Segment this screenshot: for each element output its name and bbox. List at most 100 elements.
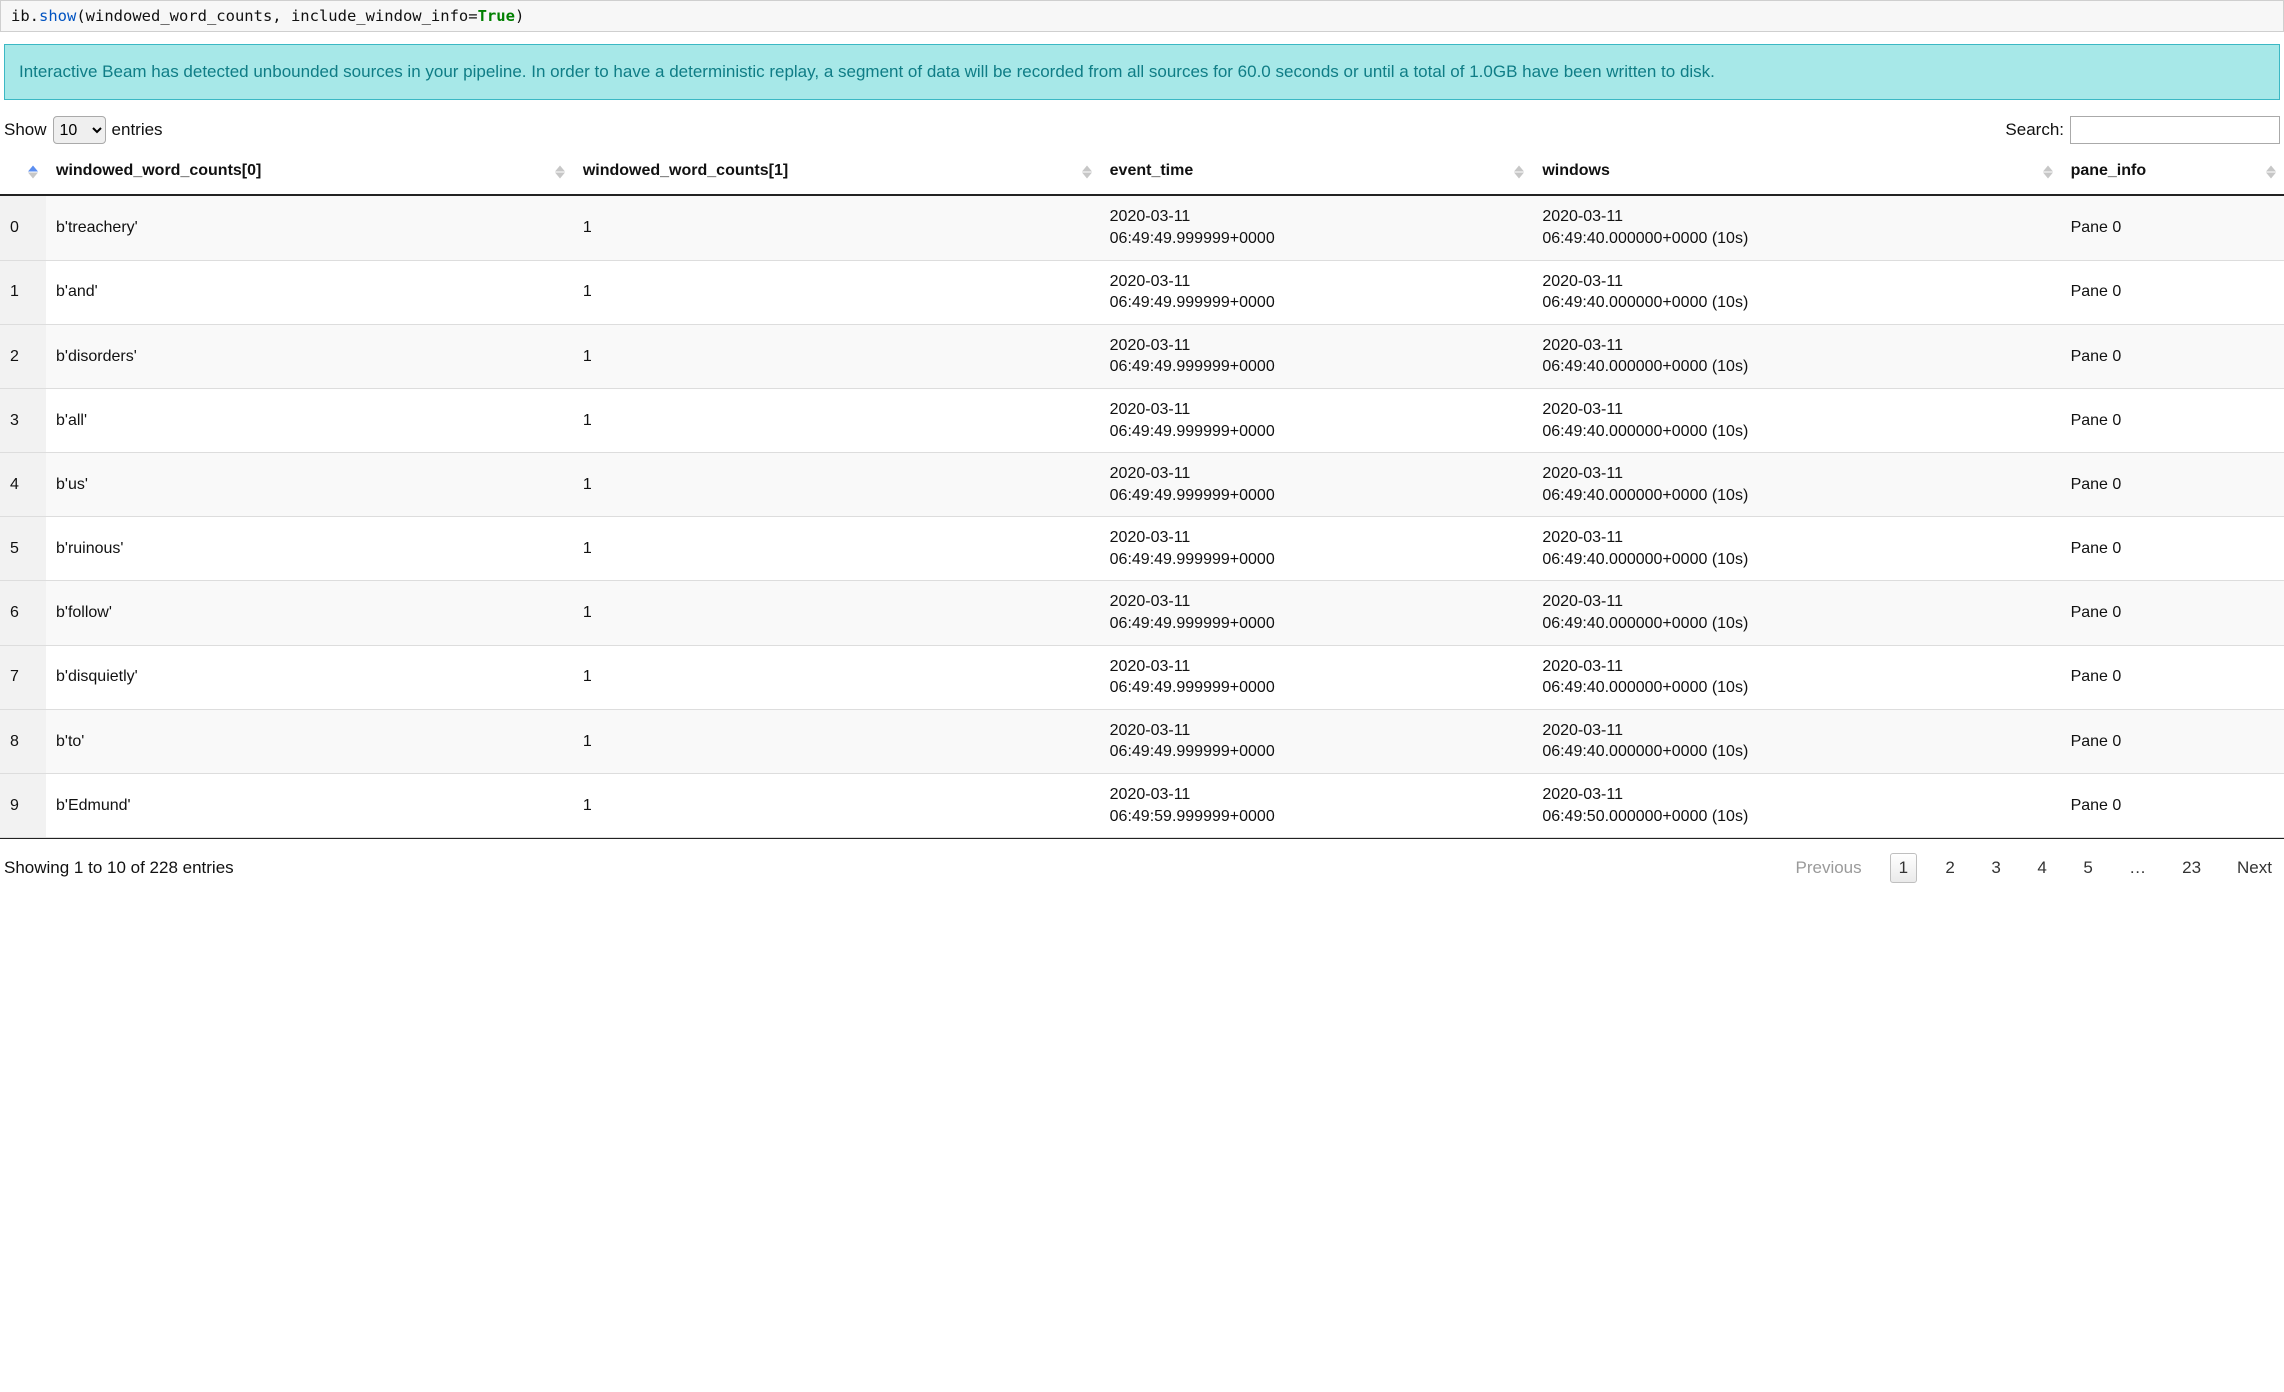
cell-word: b'and' xyxy=(46,260,573,324)
entries-control: Show 102550100 entries xyxy=(4,116,163,144)
search-input[interactable] xyxy=(2070,116,2280,144)
pager-next[interactable]: Next xyxy=(2229,854,2280,882)
cell-index: 2 xyxy=(0,324,46,388)
sort-icon xyxy=(2266,166,2276,179)
cell-windows: 2020-03-11 06:49:40.000000+0000 (10s) xyxy=(1532,388,2060,452)
cell-count: 1 xyxy=(573,260,1100,324)
table-row: 2b'disorders'12020-03-11 06:49:49.999999… xyxy=(0,324,2284,388)
pager-page[interactable]: 3 xyxy=(1983,854,2009,882)
cell-count: 1 xyxy=(573,195,1100,260)
col-label: windows xyxy=(1542,162,1610,179)
col-label: pane_info xyxy=(2071,162,2147,179)
cell-pane-info: Pane 0 xyxy=(2061,388,2284,452)
sort-icon xyxy=(1082,166,1092,179)
pager-previous[interactable]: Previous xyxy=(1788,854,1870,882)
sort-icon xyxy=(28,166,38,179)
table-row: 6b'follow'12020-03-11 06:49:49.999999+00… xyxy=(0,581,2284,645)
code-prefix: ib. xyxy=(11,7,39,25)
code-args-close: ) xyxy=(515,7,524,25)
cell-index: 4 xyxy=(0,453,46,517)
pager-page[interactable]: 5 xyxy=(2075,854,2101,882)
sort-icon xyxy=(555,166,565,179)
data-table: windowed_word_counts[0] windowed_word_cou… xyxy=(0,150,2284,838)
cell-index: 3 xyxy=(0,388,46,452)
show-label-post: entries xyxy=(112,120,163,140)
cell-index: 7 xyxy=(0,645,46,709)
cell-windows: 2020-03-11 06:49:40.000000+0000 (10s) xyxy=(1532,581,2060,645)
pager-ellipsis: … xyxy=(2121,854,2154,882)
col-pane-info[interactable]: pane_info xyxy=(2061,150,2284,195)
cell-windows: 2020-03-11 06:49:40.000000+0000 (10s) xyxy=(1532,645,2060,709)
table-info: Showing 1 to 10 of 228 entries xyxy=(4,858,234,878)
cell-event-time: 2020-03-11 06:49:49.999999+0000 xyxy=(1100,517,1533,581)
col-windowed-word-counts-0-[interactable]: windowed_word_counts[0] xyxy=(46,150,573,195)
table-row: 4b'us'12020-03-11 06:49:49.999999+000020… xyxy=(0,453,2284,517)
col-label: windowed_word_counts[0] xyxy=(56,162,261,179)
info-alert-text: Interactive Beam has detected unbounded … xyxy=(19,62,1715,81)
col-index[interactable] xyxy=(0,150,46,195)
cell-windows: 2020-03-11 06:49:40.000000+0000 (10s) xyxy=(1532,517,2060,581)
cell-windows: 2020-03-11 06:49:40.000000+0000 (10s) xyxy=(1532,709,2060,773)
cell-pane-info: Pane 0 xyxy=(2061,517,2284,581)
cell-event-time: 2020-03-11 06:49:59.999999+0000 xyxy=(1100,774,1533,838)
cell-pane-info: Pane 0 xyxy=(2061,453,2284,517)
cell-count: 1 xyxy=(573,324,1100,388)
code-args-open: (windowed_word_counts, include_window_in… xyxy=(76,7,468,25)
col-event-time[interactable]: event_time xyxy=(1100,150,1533,195)
col-windows[interactable]: windows xyxy=(1532,150,2060,195)
cell-word: b'us' xyxy=(46,453,573,517)
search-label: Search: xyxy=(2005,120,2064,140)
cell-event-time: 2020-03-11 06:49:49.999999+0000 xyxy=(1100,709,1533,773)
search-control: Search: xyxy=(2005,116,2280,144)
pager-page[interactable]: 4 xyxy=(2029,854,2055,882)
col-label: windowed_word_counts[1] xyxy=(583,162,788,179)
cell-event-time: 2020-03-11 06:49:49.999999+0000 xyxy=(1100,260,1533,324)
code-cell: ib.show(windowed_word_counts, include_wi… xyxy=(0,0,2284,32)
cell-windows: 2020-03-11 06:49:40.000000+0000 (10s) xyxy=(1532,260,2060,324)
table-row: 7b'disquietly'12020-03-11 06:49:49.99999… xyxy=(0,645,2284,709)
cell-pane-info: Pane 0 xyxy=(2061,195,2284,260)
table-controls: Show 102550100 entries Search: xyxy=(0,114,2284,150)
col-label: event_time xyxy=(1110,162,1194,179)
cell-windows: 2020-03-11 06:49:40.000000+0000 (10s) xyxy=(1532,453,2060,517)
cell-pane-info: Pane 0 xyxy=(2061,645,2284,709)
info-alert: Interactive Beam has detected unbounded … xyxy=(4,44,2280,100)
cell-count: 1 xyxy=(573,581,1100,645)
cell-windows: 2020-03-11 06:49:40.000000+0000 (10s) xyxy=(1532,195,2060,260)
pager-page[interactable]: 2 xyxy=(1937,854,1963,882)
cell-count: 1 xyxy=(573,645,1100,709)
table-row: 8b'to'12020-03-11 06:49:49.999999+000020… xyxy=(0,709,2284,773)
cell-word: b'Edmund' xyxy=(46,774,573,838)
sort-icon xyxy=(2043,166,2053,179)
cell-count: 1 xyxy=(573,388,1100,452)
cell-event-time: 2020-03-11 06:49:49.999999+0000 xyxy=(1100,581,1533,645)
code-kw-true: True xyxy=(478,7,515,25)
cell-index: 8 xyxy=(0,709,46,773)
cell-pane-info: Pane 0 xyxy=(2061,774,2284,838)
cell-pane-info: Pane 0 xyxy=(2061,260,2284,324)
entries-select[interactable]: 102550100 xyxy=(53,116,106,144)
cell-word: b'ruinous' xyxy=(46,517,573,581)
table-row: 0b'treachery'12020-03-11 06:49:49.999999… xyxy=(0,195,2284,260)
table-row: 9b'Edmund'12020-03-11 06:49:59.999999+00… xyxy=(0,774,2284,838)
cell-word: b'all' xyxy=(46,388,573,452)
table-head: windowed_word_counts[0] windowed_word_cou… xyxy=(0,150,2284,195)
cell-index: 5 xyxy=(0,517,46,581)
cell-word: b'disorders' xyxy=(46,324,573,388)
pager-page[interactable]: 23 xyxy=(2174,854,2209,882)
cell-event-time: 2020-03-11 06:49:49.999999+0000 xyxy=(1100,453,1533,517)
cell-count: 1 xyxy=(573,517,1100,581)
cell-event-time: 2020-03-11 06:49:49.999999+0000 xyxy=(1100,388,1533,452)
cell-windows: 2020-03-11 06:49:40.000000+0000 (10s) xyxy=(1532,324,2060,388)
cell-count: 1 xyxy=(573,453,1100,517)
cell-word: b'to' xyxy=(46,709,573,773)
table-row: 1b'and'12020-03-11 06:49:49.999999+00002… xyxy=(0,260,2284,324)
pager: Previous12345…23Next xyxy=(1788,853,2281,883)
cell-index: 0 xyxy=(0,195,46,260)
cell-event-time: 2020-03-11 06:49:49.999999+0000 xyxy=(1100,645,1533,709)
pager-page[interactable]: 1 xyxy=(1890,853,1917,883)
table-row: 3b'all'12020-03-11 06:49:49.999999+00002… xyxy=(0,388,2284,452)
col-windowed-word-counts-1-[interactable]: windowed_word_counts[1] xyxy=(573,150,1100,195)
cell-pane-info: Pane 0 xyxy=(2061,324,2284,388)
cell-count: 1 xyxy=(573,709,1100,773)
